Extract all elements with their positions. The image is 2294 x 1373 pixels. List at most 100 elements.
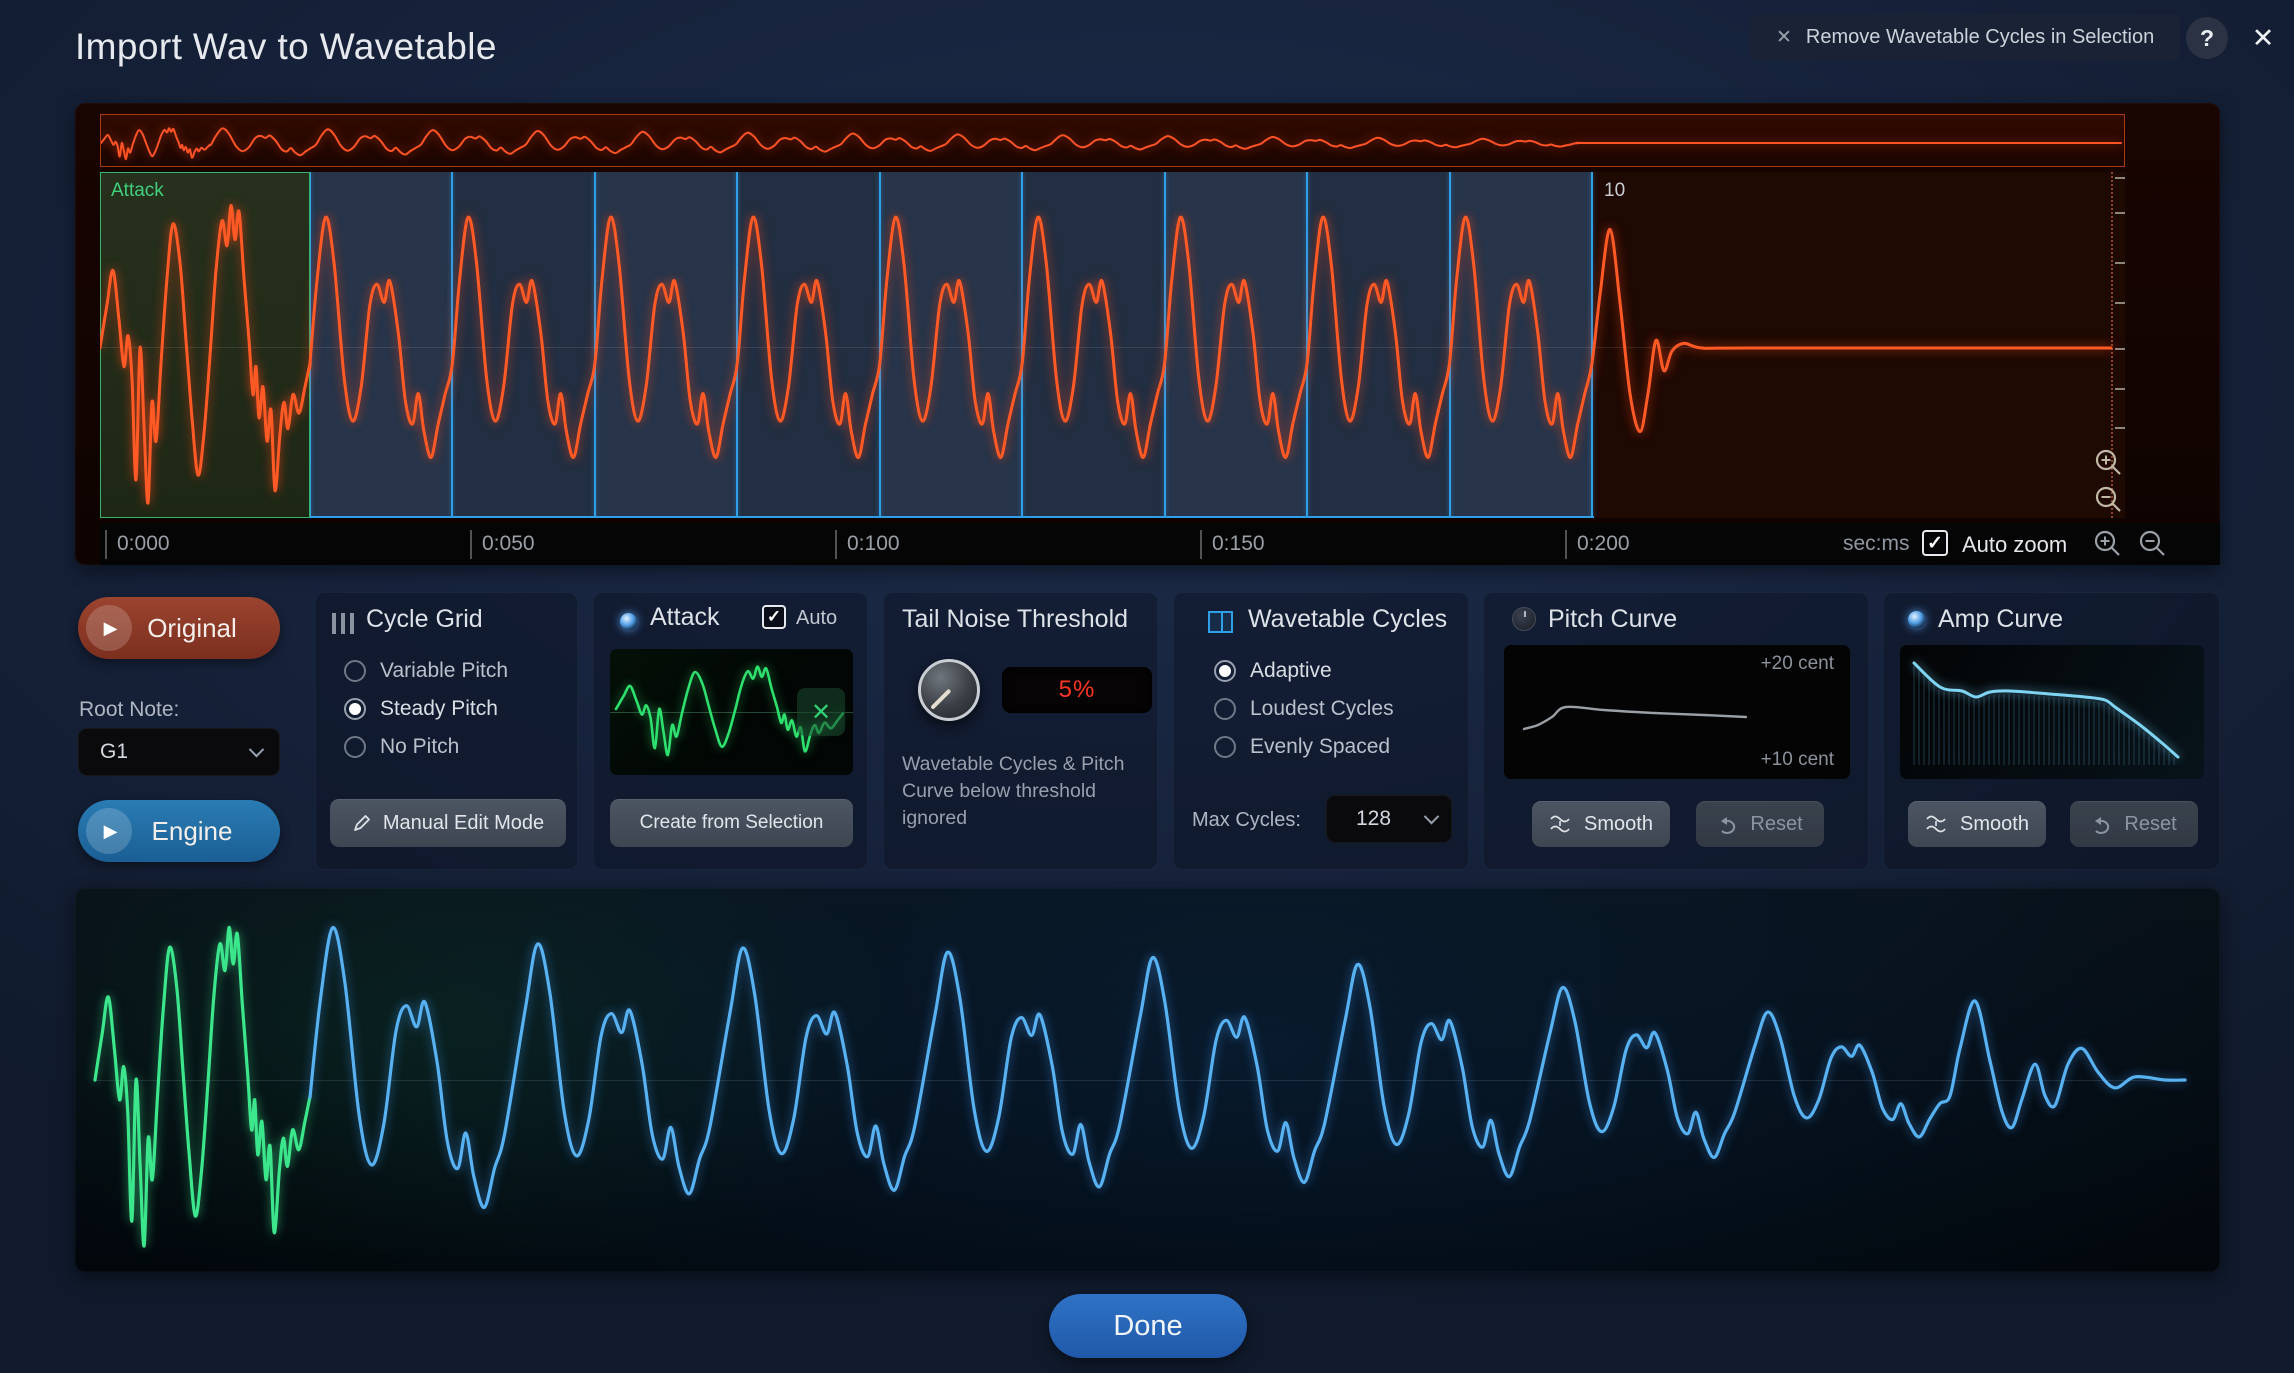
auto-zoom-checkbox[interactable]: ✓	[1922, 530, 1948, 556]
horizontal-zoom-out-icon[interactable]	[2137, 528, 2169, 560]
ruler-tick	[1565, 530, 1567, 559]
max-cycles-label: Max Cycles:	[1192, 809, 1301, 832]
amp-curve-panel: Amp Curve Smooth Reset	[1883, 592, 2220, 870]
radio-steady-pitch[interactable]: Steady Pitch	[344, 697, 498, 721]
waveform-main-view[interactable]: Attack 10 2612∞12	[100, 172, 2125, 518]
pitch-curve-title: Pitch Curve	[1548, 605, 1677, 634]
attack-waveform-thumbnail[interactable]: ✕	[610, 649, 853, 775]
radio-loudest-cycles[interactable]: Loudest Cycles	[1214, 697, 1394, 721]
play-icon: ▶	[86, 808, 132, 854]
time-label: 0:000	[117, 532, 170, 556]
scale-tick	[2115, 262, 2125, 264]
overview-waveform	[101, 115, 2124, 166]
pitch-curve-icon	[1512, 607, 1536, 631]
tail-noise-panel: Tail Noise Threshold 5% Wavetable Cycles…	[883, 592, 1158, 870]
time-label: 0:050	[482, 532, 535, 556]
scale-tick	[2115, 388, 2125, 390]
cycle-grid-icon	[332, 613, 354, 634]
threshold-value-display[interactable]: 5%	[1002, 667, 1152, 713]
radio-adaptive[interactable]: Adaptive	[1214, 659, 1332, 683]
wavetable-cycles-icon	[1208, 611, 1233, 633]
amp-curve-display[interactable]	[1900, 645, 2204, 779]
pitch-smooth-button[interactable]: Smooth	[1532, 801, 1670, 847]
close-icon[interactable]: ✕	[2245, 23, 2281, 53]
auto-zoom-label: Auto zoom	[1962, 532, 2067, 558]
root-note-select[interactable]: G1	[78, 728, 280, 776]
threshold-knob[interactable]	[918, 659, 980, 721]
cycle-grid-title: Cycle Grid	[366, 605, 483, 634]
create-from-selection-button[interactable]: Create from Selection	[610, 799, 853, 847]
root-note-value: G1	[100, 740, 128, 764]
play-icon: ▶	[86, 605, 132, 651]
radio-evenly-spaced[interactable]: Evenly Spaced	[1214, 735, 1390, 759]
scale-tick	[2115, 177, 2125, 179]
time-label: 0:100	[847, 532, 900, 556]
radio-icon	[1214, 736, 1236, 758]
help-button[interactable]: ?	[2186, 17, 2228, 59]
ruler-tick	[835, 530, 837, 559]
radio-icon	[1214, 698, 1236, 720]
amp-enable-led[interactable]	[1908, 611, 1925, 628]
wavetable-cycles-title: Wavetable Cycles	[1248, 605, 1447, 634]
pitch-curve-panel: Pitch Curve +20 cent +10 cent Smooth Res…	[1483, 592, 1869, 870]
amp-curve-title: Amp Curve	[1938, 605, 2063, 634]
original-label: Original	[132, 613, 252, 644]
scale-tick	[2115, 212, 2125, 214]
pitch-curve-line	[1504, 645, 1850, 779]
ruler-tick	[1200, 530, 1202, 559]
scale-tick	[2115, 427, 2125, 429]
pitch-reset-button[interactable]: Reset	[1696, 801, 1824, 847]
attack-title: Attack	[650, 603, 719, 632]
scale-tick	[2115, 348, 2125, 350]
max-cycles-select[interactable]: 128	[1326, 795, 1452, 843]
ruler-tick	[105, 530, 107, 559]
wavetable-cycles-panel: Wavetable Cycles Adaptive Loudest Cycles…	[1173, 592, 1469, 870]
smooth-icon	[1549, 813, 1573, 835]
chevron-down-icon	[1424, 808, 1440, 824]
smooth-icon	[1925, 813, 1949, 835]
play-engine-button[interactable]: ▶ Engine	[78, 800, 280, 862]
time-label: 0:200	[1577, 532, 1630, 556]
radio-icon	[344, 660, 366, 682]
radio-icon	[344, 736, 366, 758]
manual-edit-mode-button[interactable]: Manual Edit Mode	[330, 799, 566, 847]
pitch-curve-display[interactable]: +20 cent +10 cent	[1504, 645, 1850, 779]
undo-icon	[1717, 814, 1739, 834]
cycle-grid-panel: Cycle Grid Variable Pitch Steady Pitch N…	[315, 592, 578, 870]
amp-reset-button[interactable]: Reset	[2070, 801, 2198, 847]
attack-enable-led[interactable]	[620, 613, 637, 630]
time-label: 0:150	[1212, 532, 1265, 556]
radio-no-pitch[interactable]: No Pitch	[344, 735, 459, 759]
attack-auto-label: Auto	[796, 607, 837, 630]
scale-tick	[2115, 302, 2125, 304]
page-title: Import Wav to Wavetable	[75, 26, 497, 68]
time-ruler: 0:000 0:050 0:100 0:150 0:200 sec:ms ✓ Auto …	[100, 523, 2220, 565]
remove-icon: ✕	[1776, 26, 1792, 49]
chevron-down-icon	[249, 741, 265, 757]
remove-cycles-button[interactable]: ✕ Remove Wavetable Cycles in Selection	[1750, 14, 2180, 61]
max-cycles-value: 128	[1356, 807, 1391, 831]
horizontal-zoom-in-icon[interactable]	[2092, 528, 2124, 560]
remove-attack-icon[interactable]: ✕	[797, 688, 845, 736]
time-units-label: sec:ms	[1843, 532, 1910, 556]
engine-label: Engine	[132, 816, 252, 847]
vertical-zoom-out-icon[interactable]	[2093, 484, 2125, 516]
done-button[interactable]: Done	[1049, 1294, 1247, 1358]
radio-icon	[344, 698, 366, 720]
root-note-label: Root Note:	[79, 698, 179, 722]
attack-panel: Attack ✓ Auto ✕ Create from Selection	[593, 592, 868, 870]
vertical-zoom-in-icon[interactable]	[2093, 447, 2125, 479]
remove-cycles-label: Remove Wavetable Cycles in Selection	[1806, 26, 2154, 49]
waveform-overview[interactable]	[100, 114, 2125, 167]
ruler-tick	[470, 530, 472, 559]
main-waveform	[100, 172, 2125, 518]
amp-smooth-button[interactable]: Smooth	[1908, 801, 2046, 847]
wavetable-preview-panel	[75, 888, 2220, 1272]
undo-icon	[2091, 814, 2113, 834]
import-wav-dialog: Import Wav to Wavetable ✕ Remove Wavetab…	[0, 0, 2294, 1373]
attack-auto-checkbox[interactable]: ✓	[762, 605, 786, 629]
threshold-description: Wavetable Cycles & Pitch Curve below thr…	[902, 751, 1136, 832]
play-original-button[interactable]: ▶ Original	[78, 597, 280, 659]
radio-variable-pitch[interactable]: Variable Pitch	[344, 659, 508, 683]
pencil-icon	[352, 813, 372, 833]
